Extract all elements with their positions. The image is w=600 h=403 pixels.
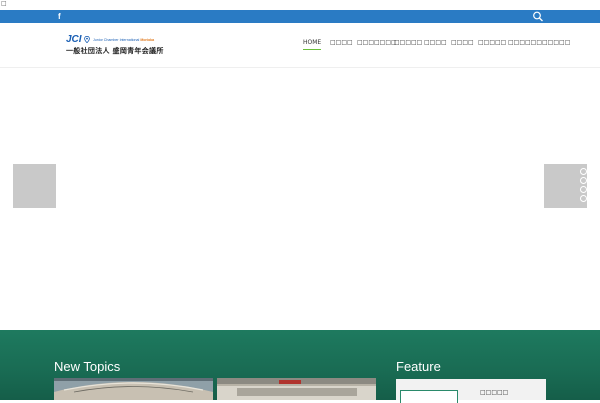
nav-item-5[interactable]: □□□□ <box>424 39 447 51</box>
new-topics-heading: New Topics <box>54 359 121 374</box>
nav-item-8[interactable]: □□□□□□□□□□□ <box>508 39 570 51</box>
slider-dot[interactable] <box>580 168 587 175</box>
slider-dot[interactable] <box>580 186 587 193</box>
search-icon[interactable] <box>532 11 544 22</box>
slider-prev-button[interactable] <box>13 164 56 208</box>
top-bar: f <box>0 10 600 23</box>
nav-item-6[interactable]: □□□□ <box>451 39 474 51</box>
nav-item-7[interactable]: □□□□□ <box>478 39 506 51</box>
logo-subtitle: Junior Chamber International Morioka <box>93 38 155 42</box>
location-pin-icon <box>84 36 90 43</box>
slider-dot[interactable] <box>580 195 587 202</box>
nav-item-4[interactable]: □□□□□ <box>394 39 422 51</box>
feature-card-title: □□□□□ <box>480 389 509 396</box>
slider-dot[interactable] <box>580 177 587 184</box>
topic-thumbnail[interactable] <box>54 378 213 400</box>
topic-thumbnail[interactable] <box>217 378 376 400</box>
nav-home[interactable]: HOME <box>303 39 322 51</box>
facebook-icon[interactable]: f <box>58 11 61 22</box>
feature-card-image <box>400 390 458 403</box>
nav-item-2[interactable]: □□□□ <box>330 39 353 51</box>
slider-pagination <box>580 168 588 204</box>
nav-item-3[interactable]: □□□□□□□ <box>357 39 397 51</box>
logo-mark: JCI <box>66 34 82 45</box>
stray-glyph: □ <box>1 0 7 7</box>
site-header: JCI Junior Chamber International Morioka… <box>0 23 600 68</box>
hero-slider <box>0 68 600 330</box>
feature-card[interactable]: □□□□□ <box>396 379 546 403</box>
site-logo[interactable]: JCI Junior Chamber International Morioka… <box>66 35 176 59</box>
feature-heading: Feature <box>396 359 441 374</box>
logo-organization-name: 一般社団法人 盛岡青年会議所 <box>66 47 164 55</box>
